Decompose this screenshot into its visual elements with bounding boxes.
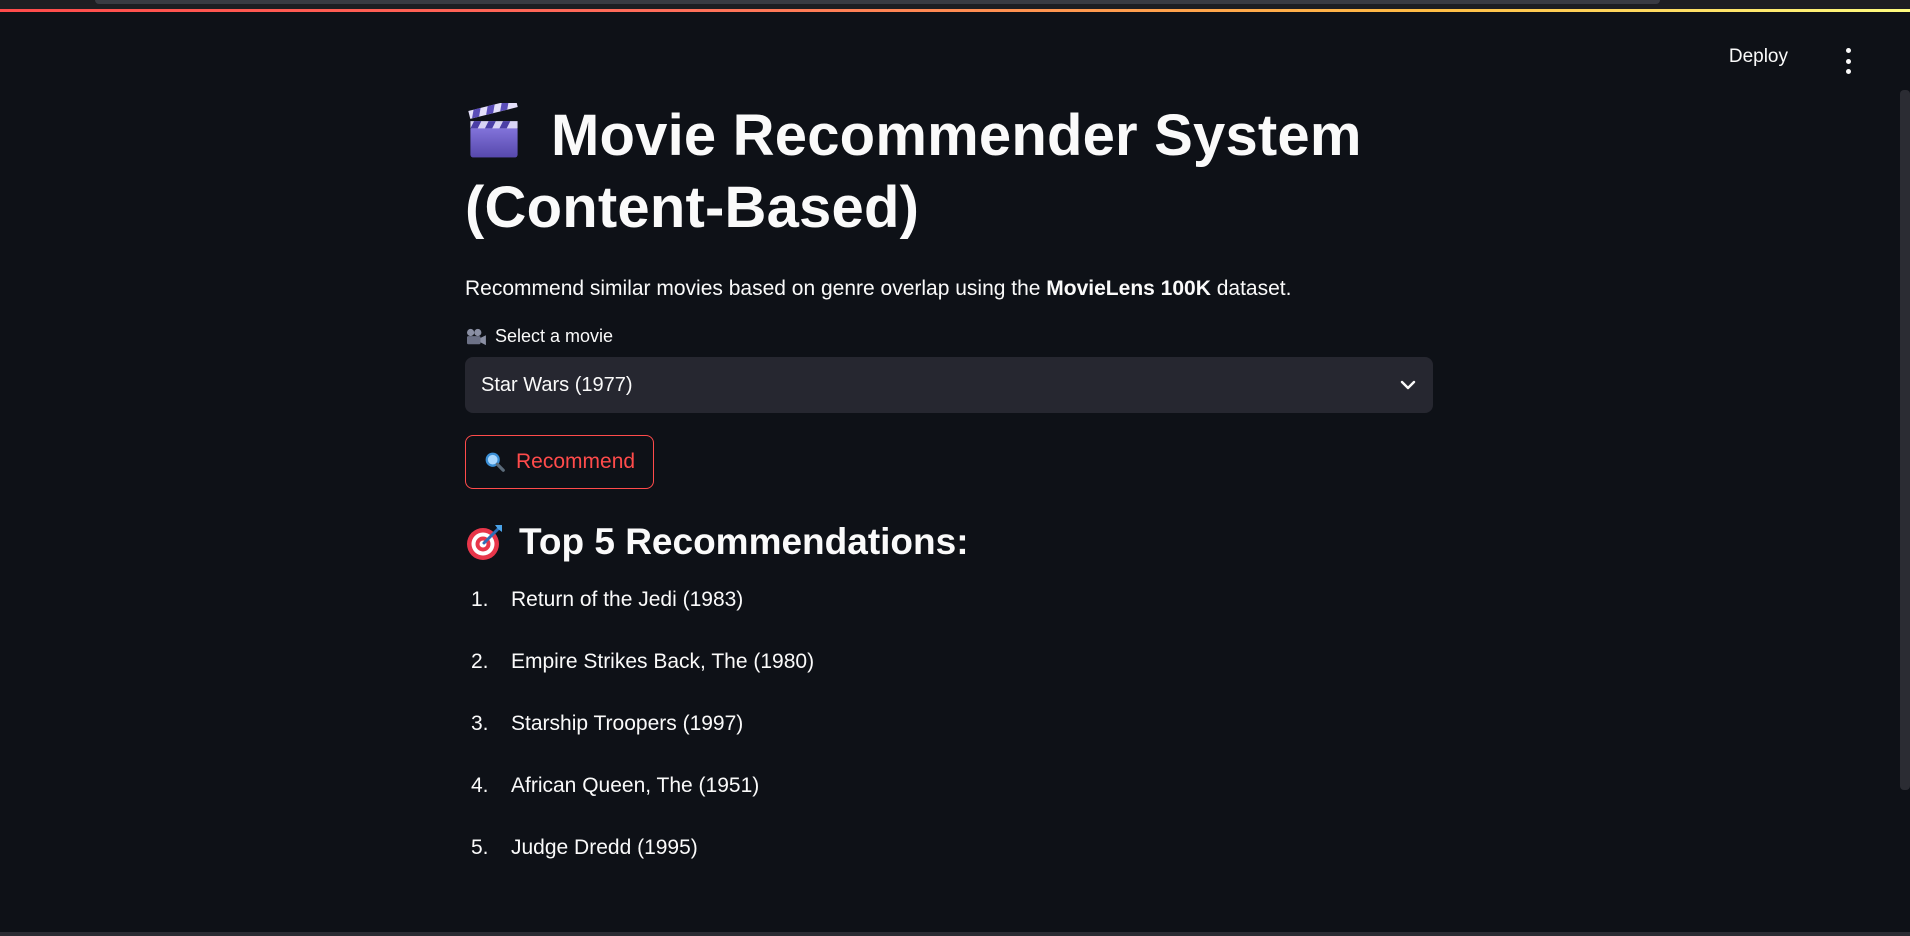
recommended-movie: Empire Strikes Back, The (1980) — [511, 650, 815, 673]
menu-dot — [1845, 58, 1851, 64]
browser-tab-strip — [95, 0, 1660, 4]
recommend-button[interactable]: Recommend — [465, 435, 655, 489]
app-description: Recommend similar movies based on genre … — [465, 274, 1435, 304]
menu-dot — [1845, 69, 1851, 74]
recommended-movie: Return of the Jedi (1983) — [511, 588, 744, 611]
list-item: 3. Starship Troopers (1997) — [465, 709, 1435, 739]
recommend-label: Recommend — [516, 450, 636, 473]
main-content: Movie Recommender System (Content-Based)… — [465, 100, 1435, 895]
deploy-button[interactable]: Deploy — [1729, 46, 1788, 68]
list-item: 4. African Queen, The (1951) — [465, 771, 1435, 801]
recommendation-list: 1. Return of the Jedi (1983) 2. Empire S… — [465, 585, 1435, 863]
list-item: 5. Judge Dredd (1995) — [465, 833, 1435, 863]
dataset-name: MovieLens 100K — [1046, 277, 1211, 300]
chevron-down-icon[interactable] — [1399, 376, 1417, 394]
select-label-text: Select a movie — [495, 326, 614, 346]
recommended-movie: Starship Troopers (1997) — [511, 712, 744, 735]
movie-camera-icon — [467, 328, 486, 345]
bottom-edge — [0, 932, 1910, 936]
list-number: 2. — [471, 650, 489, 673]
description-prefix: Recommend similar movies based on genre … — [465, 277, 1047, 300]
list-number: 5. — [471, 836, 489, 859]
vertical-ellipsis-icon[interactable] — [1838, 48, 1858, 74]
menu-dot — [1845, 48, 1851, 53]
description-suffix: dataset. — [1210, 277, 1292, 300]
results-heading-text: Top 5 Recommendations: — [519, 521, 969, 562]
list-number: 3. — [471, 712, 489, 735]
app-header: Deploy — [0, 12, 1910, 102]
movie-select[interactable]: Star Wars (1977) — [465, 357, 1433, 413]
app-page: Deploy Movie Recommender System (Content… — [0, 0, 1910, 936]
page-title-text: Movie Recommender System (Content-Based) — [465, 103, 1362, 240]
list-number: 4. — [471, 774, 489, 797]
direct-hit-target-icon — [467, 525, 502, 560]
list-item: 2. Empire Strikes Back, The (1980) — [465, 647, 1435, 677]
select-movie-label: Select a movie — [465, 326, 1435, 347]
scrollbar[interactable] — [1900, 90, 1910, 790]
magnifying-glass-icon — [485, 452, 505, 472]
selected-movie: Star Wars (1977) — [481, 373, 633, 396]
recommended-movie: Judge Dredd (1995) — [511, 836, 698, 859]
page-title: Movie Recommender System (Content-Based) — [465, 100, 1435, 244]
results-heading: Top 5 Recommendations: — [465, 521, 1435, 563]
list-number: 1. — [471, 588, 489, 611]
clapper-board-icon — [468, 103, 518, 158]
recommended-movie: African Queen, The (1951) — [511, 774, 760, 797]
list-item: 1. Return of the Jedi (1983) — [465, 585, 1435, 615]
